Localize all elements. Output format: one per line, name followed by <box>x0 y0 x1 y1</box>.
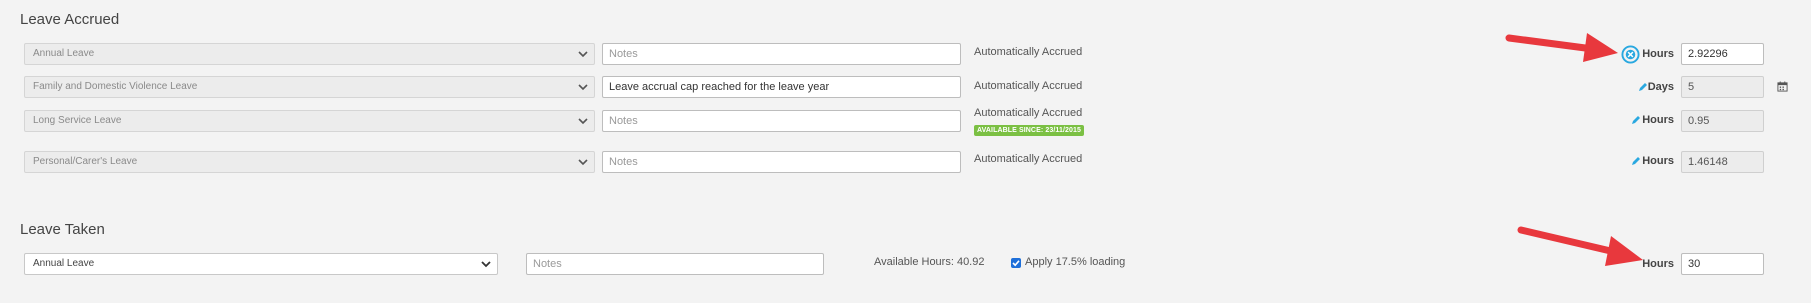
unit-label: Hours <box>1642 48 1674 60</box>
unit-label: Hours <box>1642 258 1674 270</box>
chevron-down-icon <box>578 51 588 58</box>
hours-input: 0.95 <box>1681 110 1764 132</box>
loading-label: Apply 17.5% loading <box>1025 256 1126 268</box>
chevron-down-icon <box>578 159 588 166</box>
hours-taken-input[interactable]: 30 <box>1681 253 1764 275</box>
notes-input[interactable]: Leave accrual cap reached for the leave … <box>602 76 961 98</box>
hours-value: 1.46148 <box>1688 156 1728 168</box>
notes-placeholder: Notes <box>609 115 638 127</box>
leave-type-label: Annual Leave <box>33 258 95 269</box>
calendar-icon[interactable] <box>1777 81 1788 92</box>
leave-type-label: Family and Domestic Violence Leave <box>33 81 198 92</box>
chevron-down-icon <box>578 118 588 125</box>
notes-input[interactable]: Notes <box>602 151 961 173</box>
accrual-status: Automatically Accrued <box>974 107 1083 119</box>
accrual-status: Automatically Accrued <box>974 46 1083 58</box>
leave-type-label: Personal/Carer's Leave <box>33 156 138 167</box>
hours-value: 2.92296 <box>1688 48 1728 60</box>
unit-label: Days <box>1647 81 1674 93</box>
hours-value: 0.95 <box>1688 115 1710 127</box>
notes-placeholder: Notes <box>533 258 562 270</box>
leave-type-label: Annual Leave <box>33 48 95 59</box>
leave-type-select-family[interactable]: Family and Domestic Violence Leave <box>24 76 595 98</box>
notes-placeholder: Notes <box>609 156 638 168</box>
notes-placeholder: Notes <box>609 48 638 60</box>
days-input: 5 <box>1681 76 1764 98</box>
leave-type-select-long-service[interactable]: Long Service Leave <box>24 110 595 132</box>
accrual-status: Automatically Accrued <box>974 153 1083 165</box>
hours-input: 1.46148 <box>1681 151 1764 173</box>
checkbox-icon <box>1012 260 1020 267</box>
unit-label: Hours <box>1642 155 1674 167</box>
clear-icon[interactable] <box>1621 45 1640 64</box>
arrow-icon <box>1505 33 1618 62</box>
leave-type-label: Long Service Leave <box>33 115 122 126</box>
available-since-badge: AVAILABLE SINCE: 23/11/2015 <box>974 125 1084 136</box>
leave-taken-title: Leave Taken <box>20 221 105 238</box>
available-hours: Available Hours: 40.92 <box>874 256 985 268</box>
hours-input[interactable]: 2.92296 <box>1681 43 1764 65</box>
notes-input[interactable]: Notes <box>602 110 961 132</box>
notes-input[interactable]: Notes <box>526 253 824 275</box>
accrual-status: Automatically Accrued <box>974 80 1083 92</box>
hours-taken-value: 30 <box>1688 258 1701 270</box>
notes-value: Leave accrual cap reached for the leave … <box>609 81 830 93</box>
arrow-icon <box>1517 226 1643 266</box>
leave-accrued-title: Leave Accrued <box>20 11 120 28</box>
notes-input[interactable]: Notes <box>602 43 961 65</box>
leave-type-select-personal[interactable]: Personal/Carer's Leave <box>24 151 595 173</box>
leave-taken-type-select[interactable]: Annual Leave <box>24 253 498 275</box>
chevron-down-icon <box>578 84 588 91</box>
unit-label: Hours <box>1642 114 1674 126</box>
loading-checkbox[interactable] <box>1011 258 1021 268</box>
days-value: 5 <box>1688 81 1695 93</box>
leave-type-select-annual[interactable]: Annual Leave <box>24 43 595 65</box>
chevron-down-icon <box>481 261 491 268</box>
